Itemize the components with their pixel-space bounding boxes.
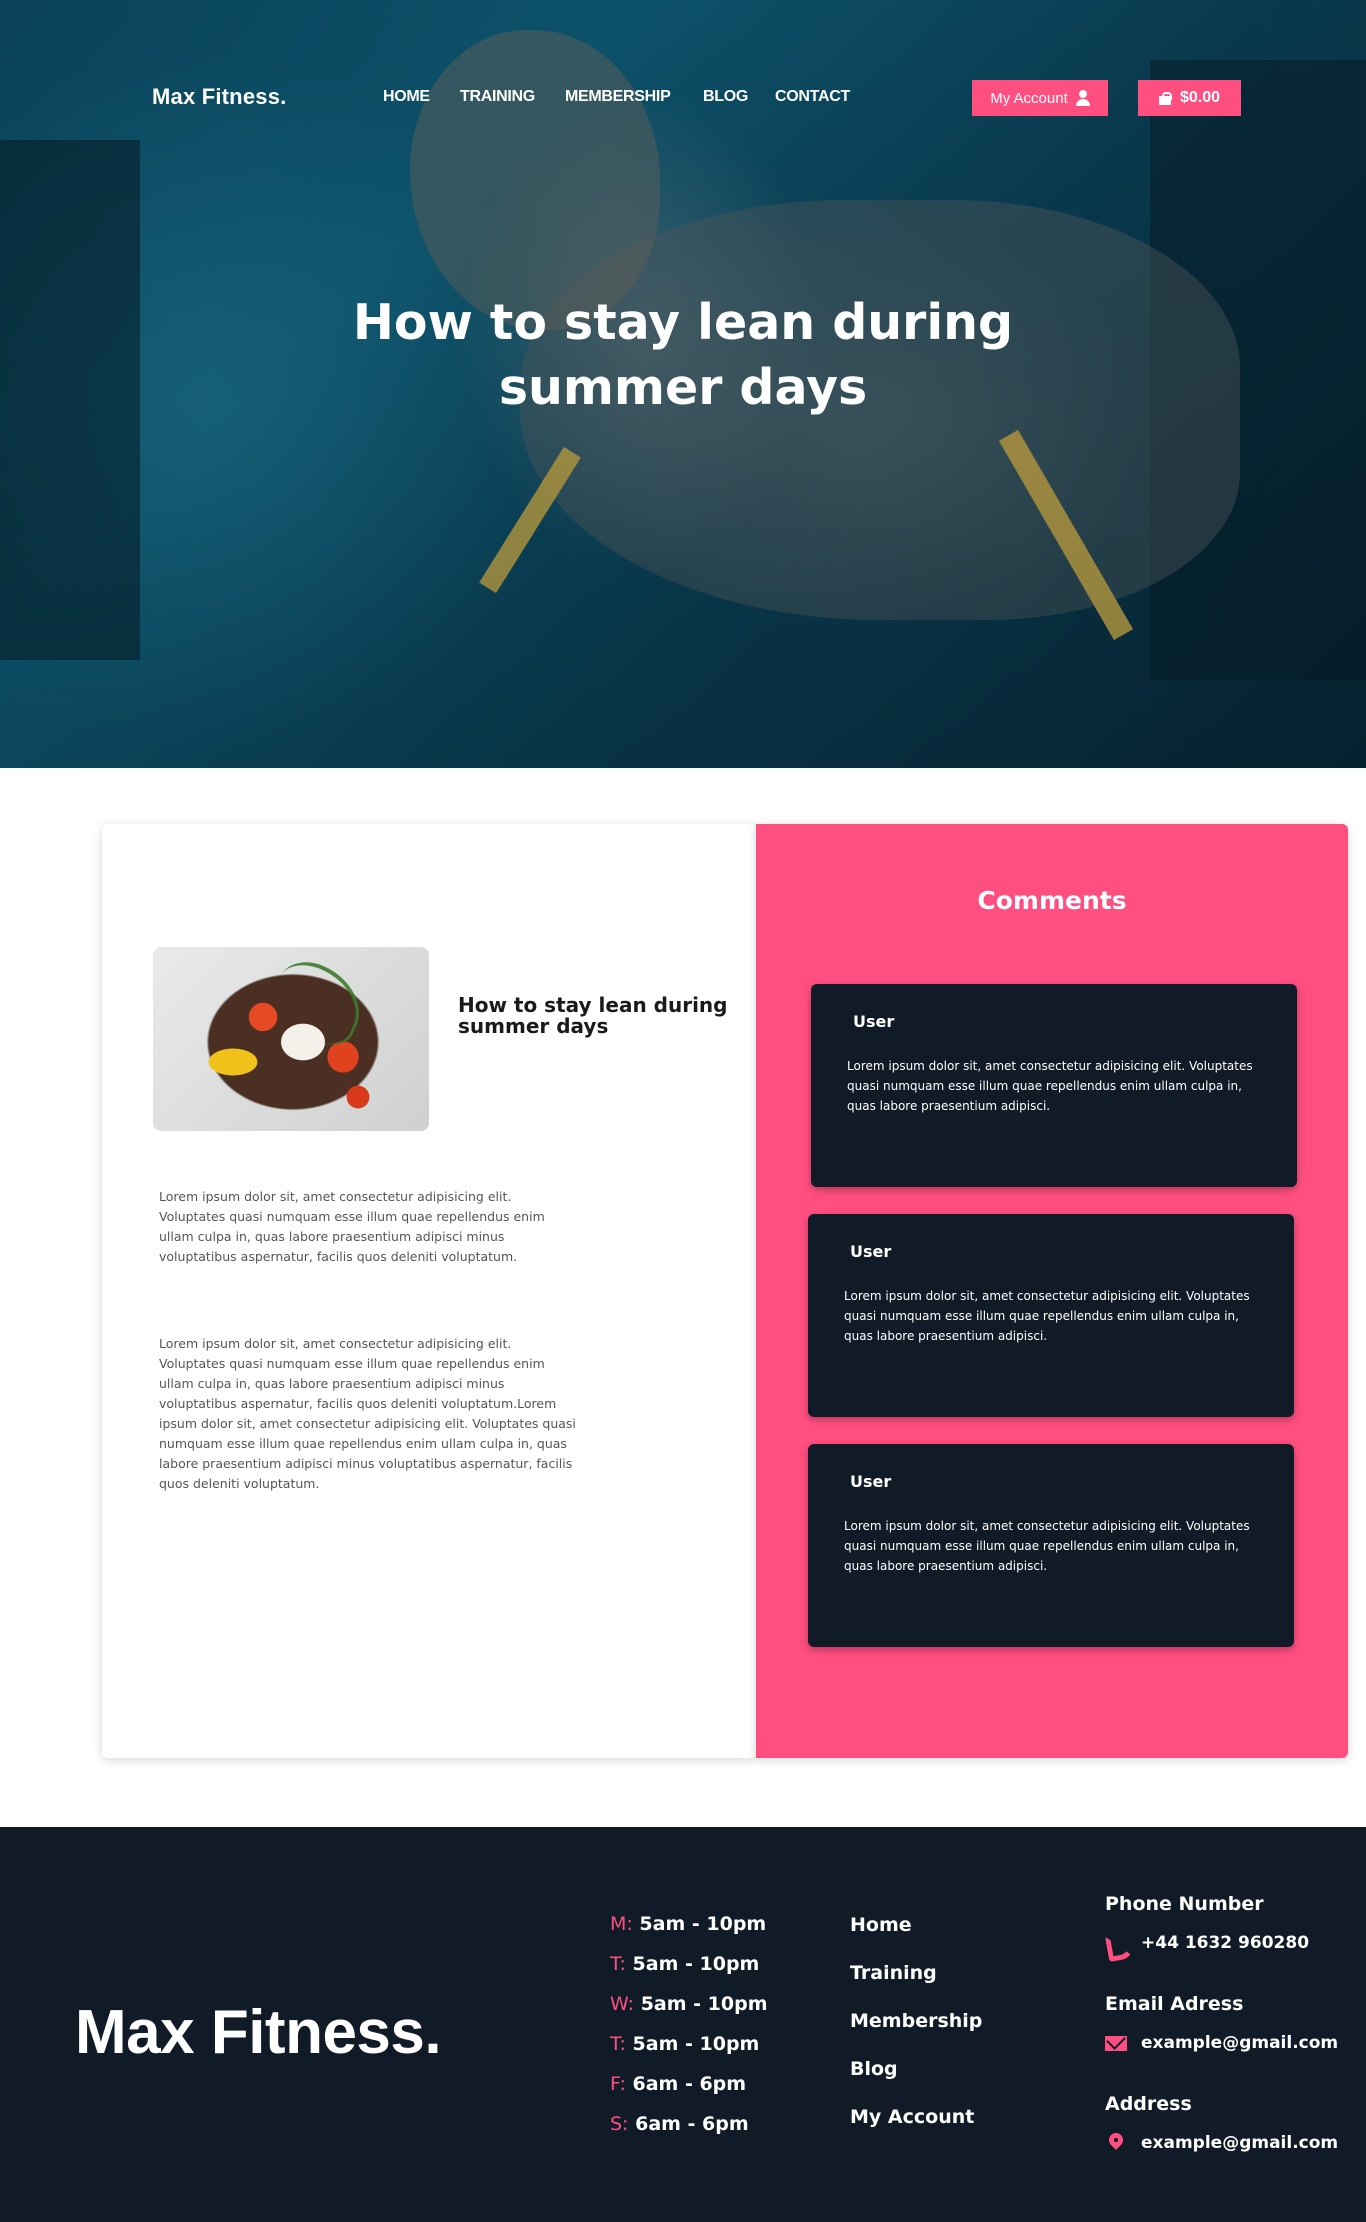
hours-day: T: — [610, 1953, 626, 1975]
nav-blog-link[interactable]: BLOG — [703, 88, 748, 106]
hours-time: 5am - 10pm — [632, 2033, 760, 2055]
comment-user: User — [850, 1242, 892, 1261]
user-icon — [1075, 90, 1090, 106]
address-line: example@gmail.com — [1105, 2123, 1365, 2163]
hours-day: S: — [610, 2113, 629, 2135]
cart-total: $0.00 — [1179, 89, 1221, 106]
mail-icon — [1105, 2033, 1127, 2053]
nav-membership-link[interactable]: MEMBERSHIP — [565, 88, 671, 106]
email-line: example@gmail.com — [1105, 2023, 1365, 2063]
comments-title: Comments — [977, 886, 1127, 915]
nav-contact-link[interactable]: CONTACT — [775, 88, 850, 106]
hours-day: F: — [610, 2073, 626, 2095]
hours-row: M: 5am - 10pm — [610, 1913, 768, 1953]
phone-heading: Phone Number — [1105, 1893, 1264, 1915]
hours-time: 5am - 10pm — [640, 1993, 768, 2015]
footer-link-membership[interactable]: Membership — [850, 2010, 982, 2058]
footer-links: Home Training Membership Blog My Account — [850, 1914, 982, 2154]
hours-day: M: — [610, 1913, 633, 1935]
contact-info: Phone Number +44 1632 960280 Email Adres… — [1105, 1893, 1365, 2193]
footer-link-my-account[interactable]: My Account — [850, 2106, 982, 2154]
footer-logo: Max Fitness. — [75, 1998, 442, 2067]
opening-hours: M: 5am - 10pm T: 5am - 10pm W: 5am - 10p… — [610, 1913, 768, 2153]
address-heading: Address — [1105, 2093, 1192, 2115]
my-account-button[interactable]: My Account — [972, 80, 1108, 116]
email-heading: Email Adress — [1105, 1993, 1244, 2015]
comment-user: User — [853, 1012, 895, 1031]
email-address[interactable]: example@gmail.com — [1141, 2033, 1338, 2053]
address-value: example@gmail.com — [1141, 2133, 1339, 2153]
top-navigation: Max Fitness. HOME TRAINING MEMBERSHIP BL… — [0, 0, 1366, 200]
article-paragraph: Lorem ipsum dolor sit, amet consectetur … — [159, 1189, 545, 1264]
phone-number[interactable]: +44 1632 960280 — [1141, 1933, 1309, 1953]
hours-day: T: — [610, 2033, 626, 2055]
article-title: How to stay lean during summer days — [458, 993, 728, 1038]
cart-button[interactable]: $0.00 — [1138, 80, 1241, 116]
comment-text: Lorem ipsum dolor sit, amet consectetur … — [844, 1289, 1250, 1343]
hours-time: 5am - 10pm — [639, 1913, 767, 1935]
article-image — [153, 947, 429, 1131]
hours-row: T: 5am - 10pm — [610, 1953, 768, 1993]
hours-time: 6am - 6pm — [632, 2073, 747, 2095]
comment-card: User Lorem ipsum dolor sit, amet consect… — [808, 1444, 1294, 1647]
phone-icon — [1105, 1933, 1127, 1953]
site-logo[interactable]: Max Fitness. — [152, 84, 286, 110]
nav-training-link[interactable]: TRAINING — [460, 88, 535, 106]
shopping-bag-icon — [1158, 91, 1172, 105]
hours-row: W: 5am - 10pm — [610, 1993, 768, 2033]
my-account-label: My Account — [990, 89, 1068, 107]
hero-title: How to stay lean during summer days — [352, 294, 1014, 416]
hours-time: 6am - 6pm — [635, 2113, 749, 2135]
comment-text: Lorem ipsum dolor sit, amet consectetur … — [844, 1519, 1250, 1573]
site-footer: Max Fitness. M: 5am - 10pm T: 5am - 10pm… — [0, 1827, 1366, 2222]
footer-link-training[interactable]: Training — [850, 1962, 982, 2010]
comments-panel: Comments User Lorem ipsum dolor sit, ame… — [756, 824, 1348, 1758]
food-garnish — [262, 951, 374, 1053]
comment-text: Lorem ipsum dolor sit, amet consectetur … — [847, 1059, 1253, 1113]
hours-row: F: 6am - 6pm — [610, 2073, 768, 2113]
nav-home-link[interactable]: HOME — [383, 88, 430, 106]
location-pin-icon — [1105, 2133, 1127, 2153]
comment-user: User — [850, 1472, 892, 1491]
article-paragraph: Lorem ipsum dolor sit, amet consectetur … — [159, 1336, 576, 1491]
comment-card: User Lorem ipsum dolor sit, amet consect… — [808, 1214, 1294, 1417]
hours-day: W: — [610, 1993, 635, 2015]
phone-line: +44 1632 960280 — [1105, 1923, 1365, 1963]
footer-link-blog[interactable]: Blog — [850, 2058, 982, 2106]
article-card: How to stay lean during summer days Lore… — [102, 824, 756, 1758]
footer-link-home[interactable]: Home — [850, 1914, 982, 1962]
hours-time: 5am - 10pm — [632, 1953, 760, 1975]
hours-row: T: 5am - 10pm — [610, 2033, 768, 2073]
hero-section: Max Fitness. HOME TRAINING MEMBERSHIP BL… — [0, 0, 1366, 768]
hours-row: S: 6am - 6pm — [610, 2113, 768, 2153]
comment-card: User Lorem ipsum dolor sit, amet consect… — [811, 984, 1297, 1187]
